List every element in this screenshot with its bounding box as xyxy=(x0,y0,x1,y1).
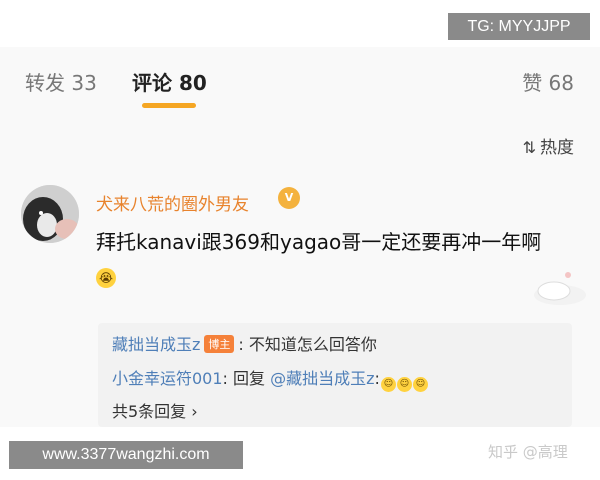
avatar[interactable] xyxy=(21,185,79,243)
tab-likes[interactable]: 赞 68 xyxy=(522,67,574,96)
sort-icon: ⇅ xyxy=(522,138,536,157)
sort-by-hot-button[interactable]: ⇅ 热度 xyxy=(523,133,574,158)
reply-item[interactable]: 藏拙当成玉z 博主: 不知道怎么回答你 xyxy=(112,331,377,355)
active-tab-indicator xyxy=(142,103,196,108)
smile-emoji-icon: ☺ xyxy=(412,377,428,392)
comment-text: 拜托kanavi跟369和yagao哥一定还要再冲一年啊 xyxy=(96,230,542,254)
tab-bar: 转发 33 评论 80 赞 68 xyxy=(0,47,600,122)
cry-emoji-icon: 😭 xyxy=(96,267,116,288)
comment-text-block: 拜托kanavi跟369和yagao哥一定还要再冲一年啊 😭 xyxy=(96,225,566,293)
smile-emoji-icon: ☺ xyxy=(396,377,412,392)
decorative-sticker-icon xyxy=(534,272,586,305)
reply-text: : 回复 xyxy=(222,369,271,388)
tab-comments[interactable]: 评论 80 xyxy=(132,67,207,96)
author-badge: 博主 xyxy=(204,335,235,353)
tg-overlay-label: TG: MYYJJPP xyxy=(448,13,590,40)
reply-mention[interactable]: @藏拙当成玉z xyxy=(270,369,374,388)
reply-tail: : xyxy=(374,369,380,388)
reply-text: : 不知道怎么回答你 xyxy=(238,335,377,354)
replies-box: 藏拙当成玉z 博主: 不知道怎么回答你 小金幸运符001: 回复 @藏拙当成玉z:… xyxy=(98,323,572,427)
tab-reposts[interactable]: 转发 33 xyxy=(25,67,97,96)
reply-author[interactable]: 藏拙当成玉z xyxy=(112,335,200,354)
site-overlay-label: www.3377wangzhi.com xyxy=(9,441,243,469)
comment-username[interactable]: 犬来八荒的圈外男友 xyxy=(96,190,249,215)
reply-author[interactable]: 小金幸运符001 xyxy=(112,369,223,388)
smile-emoji-icon: ☺ xyxy=(380,377,396,392)
zhihu-watermark: 知乎 @高理 xyxy=(488,443,568,461)
vip-badge-icon: V xyxy=(278,187,300,209)
reply-item[interactable]: 小金幸运符001: 回复 @藏拙当成玉z: ☺ ☺ ☺ xyxy=(112,365,428,392)
view-all-replies-link[interactable]: 共5条回复 › xyxy=(112,398,198,422)
comments-panel: 转发 33 评论 80 赞 68 ⇅ 热度 犬来八荒的圈外男友 V 拜托kanav… xyxy=(0,47,600,461)
sort-label: 热度 xyxy=(540,138,574,158)
